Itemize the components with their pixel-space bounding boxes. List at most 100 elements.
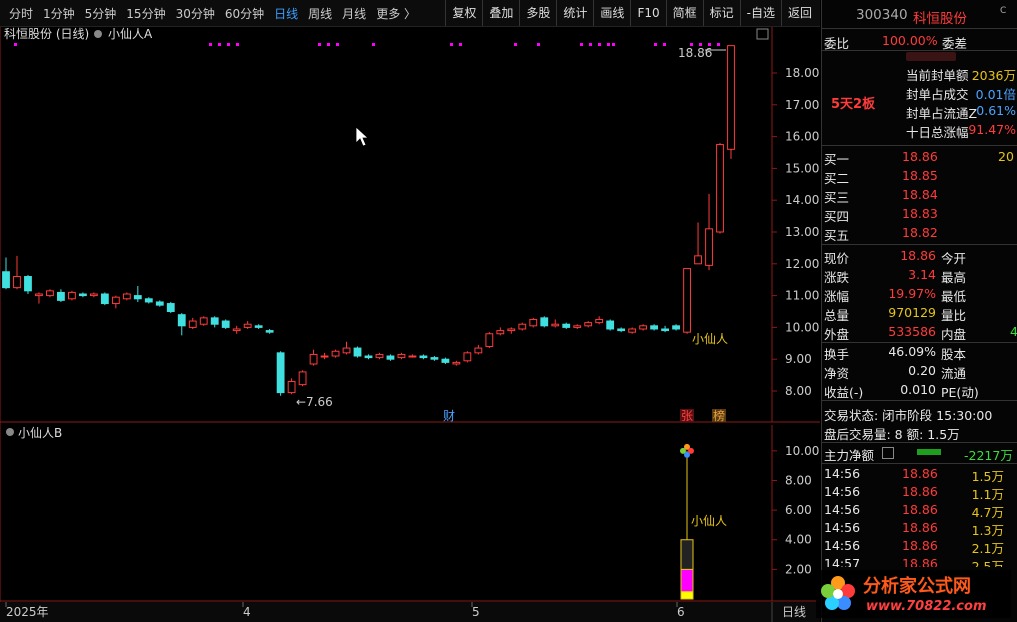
- tick-row: 14:56 18.86 1.3万: [824, 520, 1004, 538]
- y-tick-main: 14.00: [785, 193, 819, 207]
- quote-row: 涨幅 19.97% 最低: [824, 286, 967, 304]
- period-tabs: 分时 1分钟 5分钟 15分钟 30分钟 60分钟 日线 周线 月线 更多 〉: [4, 0, 421, 26]
- y-tick-main: 18.00: [785, 66, 819, 80]
- signal-dot: [598, 43, 601, 46]
- signal-dot: [336, 43, 339, 46]
- tick-row: 14:57 18.86 2.5万: [824, 556, 1004, 567]
- chevron-down-icon[interactable]: [6, 428, 14, 436]
- weibi-row: 委比 100.00% 委差: [824, 33, 968, 51]
- logo-url: www.70822.com: [866, 599, 987, 614]
- bid-row[interactable]: 买一 18.86 20: [822, 148, 1017, 167]
- signal-dot: [663, 43, 666, 46]
- bid-row[interactable]: 买四 18.83: [822, 205, 1017, 224]
- candle: [221, 319, 230, 329]
- period-tab-9[interactable]: 更多 〉: [371, 5, 421, 22]
- y-tick-sub: 2.00: [785, 562, 812, 576]
- y-tick-main: 11.00: [785, 289, 819, 303]
- tick-row: 14:56 18.86 4.7万: [824, 502, 1004, 520]
- period-tab-5[interactable]: 60分钟: [220, 5, 269, 22]
- collapse-toggle[interactable]: [906, 52, 956, 61]
- logo-text: 分析家公式网: [863, 575, 971, 597]
- y-tick-sub: 8.00: [785, 473, 812, 487]
- signal-dot: [318, 43, 321, 46]
- main-flow-row: 主力净额 -2217万: [824, 447, 1013, 463]
- tool-button-1[interactable]: 叠加: [482, 0, 519, 26]
- signal-dot: [580, 43, 583, 46]
- y-tick-main: 8.00: [785, 384, 812, 398]
- tool-buttons: 复权 叠加 多股 统计 画线 F10 简框 标记 -自选 返回: [445, 0, 818, 26]
- candle: [199, 316, 208, 326]
- candle: [122, 292, 131, 301]
- x-tick-label: 2025年: [6, 605, 49, 619]
- period-toolbar: 分时 1分钟 5分钟 15分钟 30分钟 60分钟 日线 周线 月线 更多 〉 复权 叠加 多股 统计画…: [0, 0, 820, 27]
- sub-bar: [680, 591, 694, 600]
- list-icon[interactable]: [882, 447, 894, 459]
- quote-row: 涨跌 3.14 最高: [824, 267, 967, 285]
- y-tick-sub: 6.00: [785, 503, 812, 517]
- signal-dot: [589, 43, 592, 46]
- tool-button-8[interactable]: -自选: [739, 0, 781, 26]
- tool-button-0[interactable]: 复权: [445, 0, 482, 26]
- tool-button-5[interactable]: F10: [630, 0, 665, 26]
- main-indicator-label: 小仙人A: [108, 27, 153, 41]
- y-tick-main: 16.00: [785, 130, 819, 144]
- tool-button-9[interactable]: 返回: [780, 0, 818, 26]
- main-indicator-tag: 小仙人: [692, 332, 728, 346]
- y-tick-main: 9.00: [785, 352, 812, 366]
- candle: [716, 142, 724, 234]
- tool-button-3[interactable]: 统计: [556, 0, 593, 26]
- candle: [606, 319, 615, 331]
- stock-name-suffix: C: [1000, 6, 1007, 16]
- signal-dot: [514, 43, 517, 46]
- period-tab-3[interactable]: 15分钟: [121, 5, 170, 22]
- bid-row[interactable]: 买二 18.85: [822, 167, 1017, 186]
- period-tab-6[interactable]: 日线: [269, 5, 303, 22]
- stock-name: 科恒股份: [913, 11, 967, 27]
- y-tick-main: 17.00: [785, 98, 819, 112]
- period-tab-8[interactable]: 月线: [337, 5, 371, 22]
- sub-indicator-label: 小仙人B: [18, 426, 62, 440]
- period-tab-1[interactable]: 1分钟: [38, 5, 80, 22]
- dragon-tiger-marker[interactable]: 榜: [713, 408, 725, 423]
- period-tab-0[interactable]: 分时: [4, 5, 38, 22]
- seal-row: 当前封单额 2036万: [906, 68, 1016, 83]
- signal-dot: [537, 43, 540, 46]
- candle: [529, 317, 538, 328]
- stock-header: 300340 科恒股份 C: [822, 6, 1017, 27]
- sub-bar: [680, 568, 694, 593]
- stat-row: 换手 46.09% 股本: [824, 344, 967, 362]
- candle: [166, 301, 175, 314]
- period-tab-4[interactable]: 30分钟: [171, 5, 220, 22]
- candle: [463, 351, 472, 363]
- tick-row: 14:56 18.86 2.1万: [824, 538, 1004, 556]
- bid-row[interactable]: 买三 18.84: [822, 186, 1017, 205]
- tool-button-4[interactable]: 画线: [593, 0, 630, 26]
- tool-button-2[interactable]: 多股: [519, 0, 556, 26]
- signal-dot: [607, 43, 610, 46]
- bid-row[interactable]: 买五 18.82: [822, 224, 1017, 243]
- candle: [46, 289, 54, 298]
- kline-chart[interactable]: 科恒股份 (日线) 小仙人A 18.00 17.00 16.00 15.00 14.00…: [0, 27, 820, 622]
- limit-up-marker[interactable]: 张: [681, 409, 693, 423]
- signal-dot: [654, 43, 657, 46]
- tick-row: 14:56 18.86 1.1万: [824, 484, 1004, 502]
- candle: [683, 268, 691, 334]
- tool-button-6[interactable]: 简框: [665, 0, 703, 26]
- after-hours-volume: 盘后交易量: 8 额: 1.5万: [824, 427, 960, 442]
- main-chart-title: 科恒股份 (日线): [4, 27, 89, 41]
- y-tick-main: 12.00: [785, 257, 819, 271]
- tool-button-7[interactable]: 标记: [702, 0, 740, 26]
- x-tick-label: 4: [243, 605, 251, 619]
- flow-bar: [917, 449, 941, 455]
- signal-dot: [459, 43, 462, 46]
- period-tab-7[interactable]: 周线: [303, 5, 337, 22]
- period-tab-2[interactable]: 5分钟: [80, 5, 122, 22]
- stat-row: 收益(-) 0.010 PE(动): [824, 382, 979, 400]
- quote-panel: 300340 科恒股份 C 委比 100.00% 委差 当前封单额 2036万 封单…: [821, 0, 1017, 622]
- y-tick-main: 10.00: [785, 320, 819, 334]
- trade-status: 交易状态: 闭市阶段 15:30:00: [824, 408, 993, 423]
- finance-marker[interactable]: 财: [443, 409, 455, 423]
- chevron-down-icon[interactable]: [94, 30, 102, 38]
- quote-row: 外盘 533586 内盘 4: [824, 324, 1017, 342]
- sub-bar: [680, 539, 694, 570]
